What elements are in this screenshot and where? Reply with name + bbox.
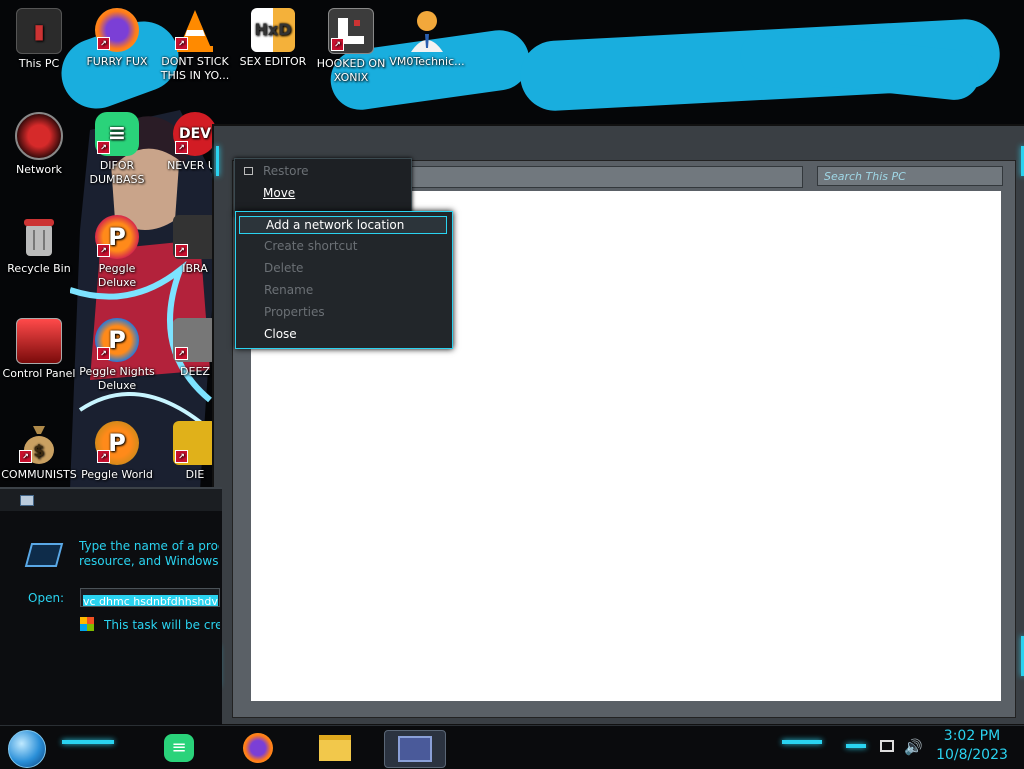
- run-title-icon: [20, 495, 34, 506]
- firefox-icon: ↗: [95, 8, 139, 52]
- run-dialog-titlebar[interactable]: [0, 489, 222, 511]
- run-open-input[interactable]: vc dhmc hsdnbfdhhshdv: [80, 588, 220, 607]
- desktop-icon-peggle-nights[interactable]: P ↗ Peggle Nights Deluxe: [78, 318, 156, 393]
- search-input[interactable]: Search This PC: [817, 166, 1003, 186]
- menu-item-delete[interactable]: Delete: [264, 261, 303, 275]
- shortcut-arrow-icon: ↗: [331, 38, 344, 51]
- svg-text:$: $: [33, 441, 44, 460]
- desktop-icon-furry-fux[interactable]: ↗ FURRY FUX: [78, 8, 156, 69]
- taskbar-item-run[interactable]: [384, 730, 446, 768]
- volume-icon[interactable]: 🔊: [904, 738, 923, 756]
- app-icon: ↗: [173, 421, 217, 465]
- desktop-icon-difor-dumbass[interactable]: ≡ ↗ DIFOR DUMBASS: [78, 112, 156, 187]
- desktop-icon-label: DIFOR DUMBASS: [89, 159, 145, 186]
- desktop-icon-label: Control Panel: [2, 367, 76, 380]
- taskbar-item-firefox[interactable]: [237, 730, 279, 766]
- desktop-icon-vm0technic[interactable]: VM0Technic...: [388, 8, 466, 69]
- desktop-icon-label: VM0Technic...: [389, 55, 465, 68]
- desktop-icon-control-panel[interactable]: Control Panel: [0, 318, 78, 381]
- context-submenu[interactable]: Add a network location Create shortcut D…: [235, 211, 453, 349]
- vlc-icon: ↗: [173, 8, 217, 52]
- menu-item-properties[interactable]: Properties: [264, 305, 325, 319]
- desktop-icon-label: Recycle Bin: [7, 262, 71, 275]
- taskbar-glow: [62, 740, 114, 744]
- shortcut-arrow-icon: ↗: [97, 37, 110, 50]
- peggle-icon: P ↗: [95, 421, 139, 465]
- desktop-icon-label: COMMUNISTS: [1, 468, 77, 481]
- shortcut-arrow-icon: ↗: [97, 347, 110, 360]
- shortcut-arrow-icon: ↗: [19, 450, 32, 463]
- run-icon: [398, 736, 432, 762]
- desktop-icon-label: DONT STICK THIS IN YO...: [160, 55, 230, 82]
- control-panel-icon: [16, 318, 62, 364]
- shortcut-arrow-icon: ↗: [175, 244, 188, 257]
- taskbar-glow: [846, 744, 866, 748]
- desktop-icon-label: SEX EDITOR: [239, 55, 307, 68]
- chat-icon: ≡: [164, 734, 194, 762]
- desktop-icon-label: Peggle World: [81, 468, 153, 481]
- desktop-icon-label: Peggle Deluxe: [97, 262, 137, 289]
- menu-item-restore[interactable]: Restore: [263, 164, 309, 178]
- taskbar-glow: [782, 740, 822, 744]
- firefox-icon: [243, 733, 273, 763]
- hex-editor-icon: HxD: [251, 8, 295, 52]
- dev-icon: DEV ↗: [173, 112, 217, 156]
- run-admin-note: This task will be creat: [104, 618, 220, 632]
- desktop-icon-label: Network: [16, 163, 62, 176]
- recycle-bin-icon: [17, 215, 61, 259]
- shortcut-arrow-icon: ↗: [175, 450, 188, 463]
- chat-icon: ≡ ↗: [95, 112, 139, 156]
- desktop-icon-sex-editor[interactable]: HxD SEX EDITOR: [234, 8, 312, 69]
- taskbar-item-chat[interactable]: ≡: [158, 730, 200, 766]
- run-open-value: vc dhmc hsdnbfdhhshdv: [83, 595, 218, 607]
- clock-date[interactable]: 10/8/2023: [930, 747, 1014, 763]
- money-bag-icon: $ ↗: [17, 421, 61, 465]
- menu-item-create-shortcut[interactable]: Create shortcut: [264, 239, 357, 253]
- person-icon: [405, 8, 449, 52]
- peggle-icon: P ↗: [95, 215, 139, 259]
- run-dialog[interactable]: Type the name of a progra resource, and …: [0, 487, 222, 725]
- window-context-menu[interactable]: Restore Move: [234, 158, 412, 216]
- desktop-icon-peggle-deluxe[interactable]: P ↗ Peggle Deluxe: [78, 215, 156, 290]
- shortcut-arrow-icon: ↗: [175, 347, 188, 360]
- shortcut-arrow-icon: ↗: [97, 244, 110, 257]
- file-explorer-icon: [319, 735, 351, 761]
- network-icon[interactable]: [880, 740, 894, 752]
- shield-icon: [80, 617, 94, 631]
- app-icon: ↗: [173, 318, 217, 362]
- desktop-icon-label: This PC: [18, 57, 60, 70]
- run-prompt-text: Type the name of a progra resource, and …: [79, 539, 219, 568]
- network-icon: [15, 112, 63, 160]
- shortcut-arrow-icon: ↗: [175, 37, 188, 50]
- desktop-icon-communists[interactable]: $ ↗ COMMUNISTS: [0, 421, 78, 482]
- run-icon: [24, 543, 64, 567]
- desktop-icon-this-pc[interactable]: ▮ This PC: [0, 8, 78, 71]
- desktop-icon-peggle-world[interactable]: P ↗ Peggle World: [78, 421, 156, 482]
- desktop-icon-recycle-bin[interactable]: Recycle Bin: [0, 215, 78, 276]
- shortcut-arrow-icon: ↗: [175, 141, 188, 154]
- desktop-icon-dont-stick[interactable]: ↗ DONT STICK THIS IN YO...: [156, 8, 234, 83]
- desktop-icon-label: Peggle Nights Deluxe: [79, 365, 155, 392]
- shortcut-arrow-icon: ↗: [97, 450, 110, 463]
- menu-item-move[interactable]: Move: [263, 186, 295, 200]
- menu-item-close[interactable]: Close: [264, 327, 297, 341]
- start-button[interactable]: [8, 730, 46, 768]
- app-icon: ↗: [173, 215, 217, 259]
- run-open-label: Open:: [28, 591, 65, 605]
- restore-icon: [244, 167, 253, 175]
- clock-time[interactable]: 3:02 PM: [930, 728, 1014, 744]
- desktop-icon-label: FURRY FUX: [86, 55, 148, 68]
- menu-item-rename[interactable]: Rename: [264, 283, 313, 297]
- desktop-icon-hooked-on-xonix[interactable]: ↗ HOOKED ON XONIX: [312, 8, 390, 85]
- desktop-icon-network[interactable]: Network: [0, 112, 78, 177]
- computer-icon: ▮: [16, 8, 62, 54]
- desktop-icon-label: HOOKED ON XONIX: [316, 57, 386, 84]
- frame-glow: [216, 146, 219, 176]
- xonix-icon: ↗: [328, 8, 374, 54]
- shortcut-arrow-icon: ↗: [97, 141, 110, 154]
- menu-item-add-network-location[interactable]: Add a network location: [239, 216, 447, 234]
- taskbar: ≡ 🔊 3:02 PM 10/8/2023: [0, 725, 1024, 769]
- peggle-icon: P ↗: [95, 318, 139, 362]
- taskbar-item-file-explorer[interactable]: [314, 730, 356, 766]
